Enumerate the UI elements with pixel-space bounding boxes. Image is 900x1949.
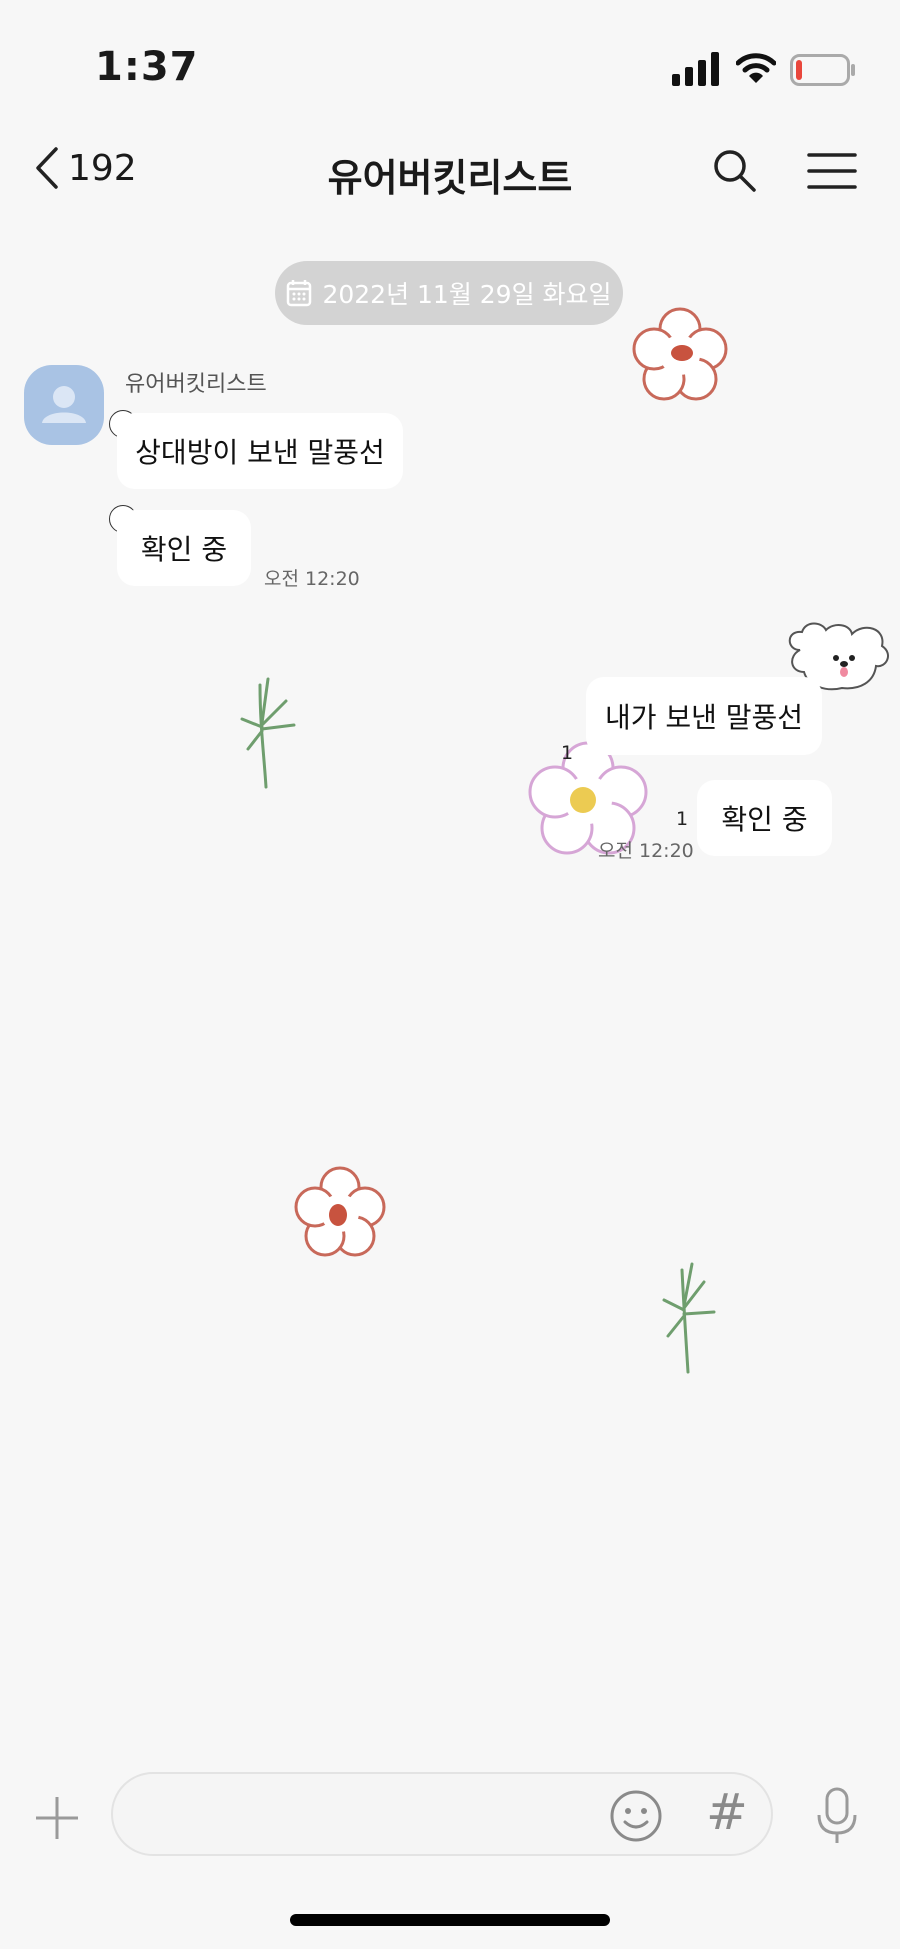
hamburger-menu-icon[interactable] bbox=[807, 152, 857, 190]
message-time: 오전 12:20 bbox=[598, 840, 694, 862]
default-profile-icon bbox=[42, 386, 86, 423]
calendar-icon bbox=[287, 280, 312, 307]
search-icon[interactable] bbox=[712, 148, 758, 194]
chat-title: 유어버킷리스트 bbox=[327, 156, 573, 200]
date-label: 2022년 11월 29일 화요일 bbox=[322, 280, 612, 309]
sender-name: 유어버킷리스트 bbox=[125, 372, 267, 397]
cellular-signal-icon bbox=[672, 52, 719, 86]
avatar[interactable] bbox=[24, 365, 104, 445]
microphone-icon[interactable] bbox=[815, 1787, 859, 1845]
emoji-icon[interactable] bbox=[608, 1788, 664, 1844]
wifi-icon bbox=[736, 53, 776, 83]
unread-count: 1 bbox=[561, 742, 574, 764]
date-divider: 2022년 11월 29일 화요일 bbox=[275, 261, 623, 325]
message-time: 오전 12:20 bbox=[264, 568, 360, 590]
outgoing-message-bubble[interactable]: 내가 보낸 말풍선 bbox=[586, 677, 822, 755]
plus-icon[interactable] bbox=[34, 1795, 80, 1841]
red-flower-sticker bbox=[294, 1166, 386, 1257]
green-sprout-sticker bbox=[662, 1262, 716, 1374]
battery-icon bbox=[790, 54, 855, 86]
unread-count: 1 bbox=[676, 808, 689, 830]
message-input[interactable] bbox=[111, 1772, 773, 1856]
red-flower-sticker bbox=[632, 307, 728, 401]
green-sprout-sticker bbox=[240, 677, 296, 789]
incoming-message-bubble[interactable]: 확인 중 bbox=[117, 510, 251, 586]
status-time: 1:37 bbox=[95, 44, 199, 90]
hashtag-button[interactable]: # bbox=[706, 1783, 748, 1841]
incoming-message-bubble[interactable]: 상대방이 보낸 말풍선 bbox=[117, 413, 403, 489]
home-indicator[interactable] bbox=[290, 1914, 610, 1926]
outgoing-message-bubble[interactable]: 확인 중 bbox=[697, 780, 832, 856]
